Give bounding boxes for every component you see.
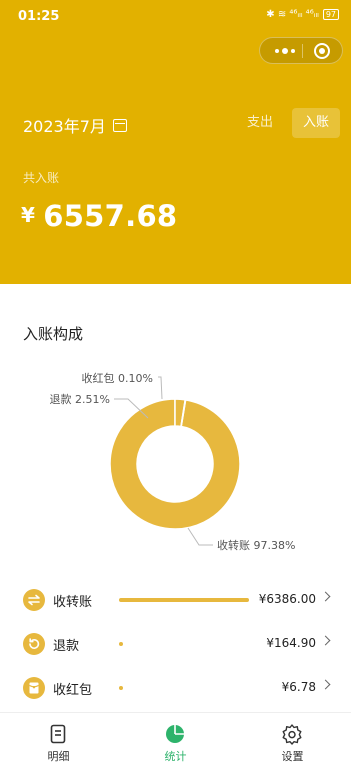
- row-label: 收转账: [53, 595, 93, 610]
- header: 01:25 ✱ ≋ ⁴⁶ᵢₗₗ ⁴⁶ᵢₗₗ 97 2023年7月 支出 入账 共…: [0, 0, 351, 284]
- label-red-packet: 收红包 0.10%: [82, 371, 153, 385]
- leader-line-transfer: [187, 527, 213, 546]
- income-row-refund[interactable]: 退款 ¥164.90: [0, 624, 351, 664]
- gear-icon: [282, 724, 302, 745]
- income-row-red-packet[interactable]: 收红包 ¥6.78: [0, 668, 351, 708]
- total-amount: ¥6557.68: [21, 199, 177, 233]
- transfer-icon: [23, 589, 45, 611]
- chevron-right-icon: [320, 679, 331, 690]
- share-bar: [119, 686, 123, 690]
- label-transfer: 收转账 97.38%: [217, 538, 295, 552]
- label-refund: 退款 2.51%: [50, 392, 110, 406]
- capsule-divider: [302, 44, 303, 58]
- income-donut-chart: 收红包 0.10% 退款 2.51% 收转账 97.38%: [50, 371, 296, 552]
- status-time: 01:25: [18, 9, 60, 24]
- total-label: 共入账: [23, 171, 60, 185]
- nav-item-stats[interactable]: 统计: [117, 713, 234, 774]
- mini-program-capsule: [259, 37, 343, 64]
- currency-symbol: ¥: [21, 203, 36, 227]
- close-mini-program-icon[interactable]: [314, 43, 330, 59]
- tab-expense[interactable]: 支出: [238, 108, 282, 138]
- battery-icon: 97: [322, 9, 339, 20]
- more-icon[interactable]: [270, 42, 300, 60]
- nav-item-details[interactable]: 明细: [0, 713, 117, 774]
- total-amount-value: 6557.68: [43, 199, 178, 233]
- tab-income[interactable]: 入账: [292, 108, 340, 138]
- pie-chart-icon: [166, 725, 184, 743]
- row-amount: ¥164.90: [266, 636, 316, 650]
- signal-icons: ✱ ≋ ⁴⁶ᵢₗₗ ⁴⁶ᵢₗₗ: [266, 9, 319, 20]
- nav-label-stats: 统计: [164, 750, 187, 763]
- leader-line-red-packet: [158, 376, 163, 400]
- document-icon: [50, 724, 66, 744]
- status-bar: 01:25 ✱ ≋ ⁴⁶ᵢₗₗ ⁴⁶ᵢₗₗ 97: [0, 0, 351, 30]
- month-selector[interactable]: 2023年7月: [23, 113, 127, 137]
- nav-item-settings[interactable]: 设置: [234, 713, 351, 774]
- row-amount: ¥6.78: [281, 680, 316, 694]
- refund-icon: [23, 633, 45, 655]
- red-packet-icon: [23, 677, 45, 699]
- calendar-icon: [112, 118, 127, 132]
- chevron-right-icon: [320, 635, 331, 646]
- income-row-transfer[interactable]: 收转账 ¥6386.00: [0, 580, 351, 620]
- bottom-nav: 明细 统计 设置: [0, 712, 351, 774]
- row-label: 收红包: [53, 683, 93, 698]
- row-amount: ¥6386.00: [258, 592, 316, 606]
- share-bar: [119, 642, 123, 646]
- status-icons: ✱ ≋ ⁴⁶ᵢₗₗ ⁴⁶ᵢₗₗ 97: [266, 9, 339, 20]
- month-label: 2023年7月: [23, 117, 106, 136]
- section-title: 入账构成: [23, 325, 84, 343]
- nav-label-details: 明细: [47, 750, 70, 763]
- share-bar: [119, 598, 250, 602]
- row-label: 退款: [53, 639, 80, 654]
- nav-label-settings: 设置: [281, 750, 304, 763]
- chevron-right-icon: [320, 591, 331, 602]
